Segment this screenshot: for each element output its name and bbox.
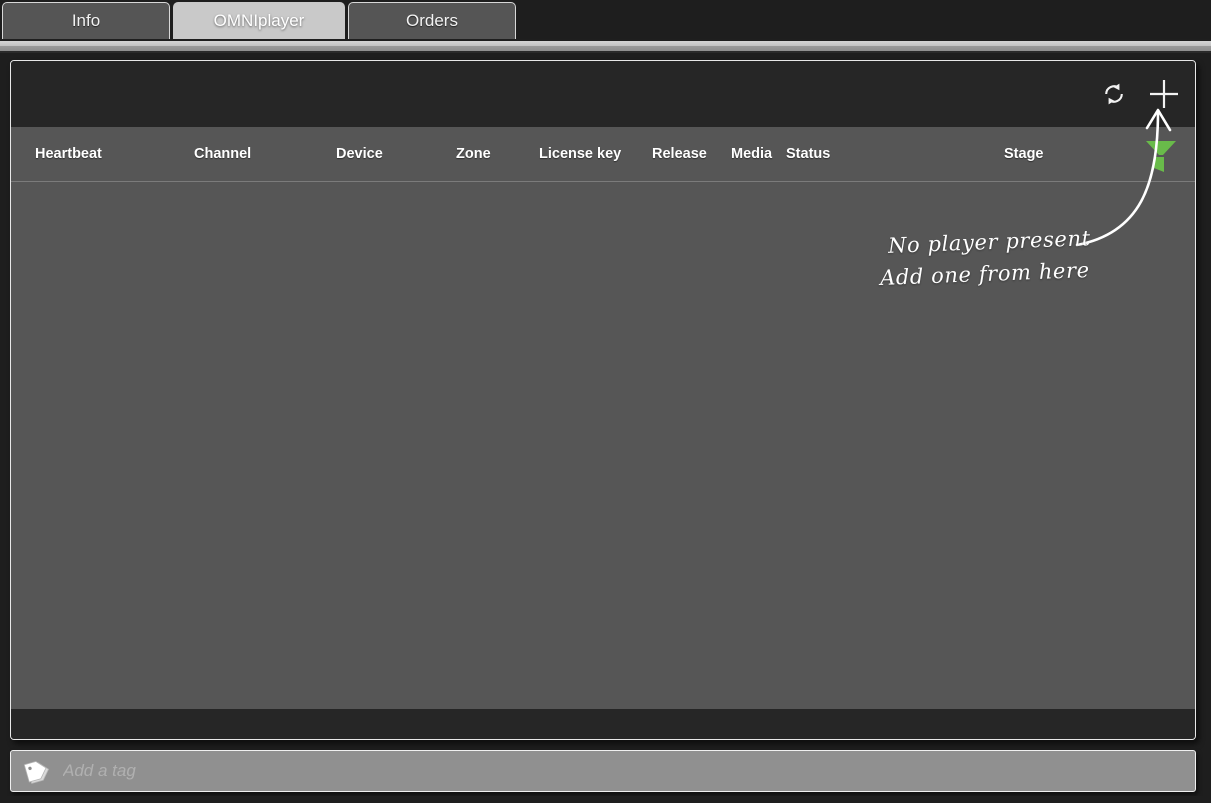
- tag-input[interactable]: [63, 761, 1195, 781]
- column-header-status[interactable]: Status: [786, 146, 830, 162]
- window-bottom-edge: [0, 796, 1211, 803]
- table-body-empty: [11, 182, 1195, 709]
- omniplayer-panel: Heartbeat Channel Device Zone License ke…: [10, 60, 1196, 740]
- column-header-media[interactable]: Media: [731, 146, 772, 162]
- tab-info-label: Info: [71, 11, 101, 30]
- table-header-row: Heartbeat Channel Device Zone License ke…: [11, 127, 1195, 182]
- column-header-heartbeat[interactable]: Heartbeat: [35, 146, 102, 162]
- column-header-device[interactable]: Device: [336, 146, 383, 162]
- tab-bar-divider: [0, 39, 1211, 53]
- add-player-button[interactable]: [1147, 77, 1181, 111]
- tab-bar: Info OMNIplayer Orders: [0, 0, 1211, 39]
- tab-orders-label: Orders: [406, 11, 458, 30]
- refresh-icon: [1105, 83, 1123, 105]
- panel-footer: [11, 709, 1195, 739]
- refresh-button[interactable]: [1097, 77, 1131, 111]
- tab-orders[interactable]: Orders: [348, 2, 516, 39]
- tab-info[interactable]: Info: [2, 2, 170, 39]
- tag-icon: [23, 761, 49, 784]
- panel-toolbar: [11, 61, 1195, 127]
- tag-bar[interactable]: [10, 750, 1196, 792]
- column-header-channel[interactable]: Channel: [194, 146, 251, 162]
- toolbar-actions: [1097, 61, 1181, 127]
- column-header-stage[interactable]: Stage: [1004, 146, 1044, 162]
- column-header-zone[interactable]: Zone: [456, 146, 491, 162]
- column-header-license-key[interactable]: License key: [539, 146, 621, 162]
- tag-icon-wrap: [11, 756, 63, 786]
- tab-omniplayer[interactable]: OMNIplayer: [173, 2, 345, 39]
- tab-omniplayer-label: OMNIplayer: [213, 11, 305, 30]
- column-header-release[interactable]: Release: [652, 146, 707, 162]
- plus-icon: [1150, 80, 1178, 108]
